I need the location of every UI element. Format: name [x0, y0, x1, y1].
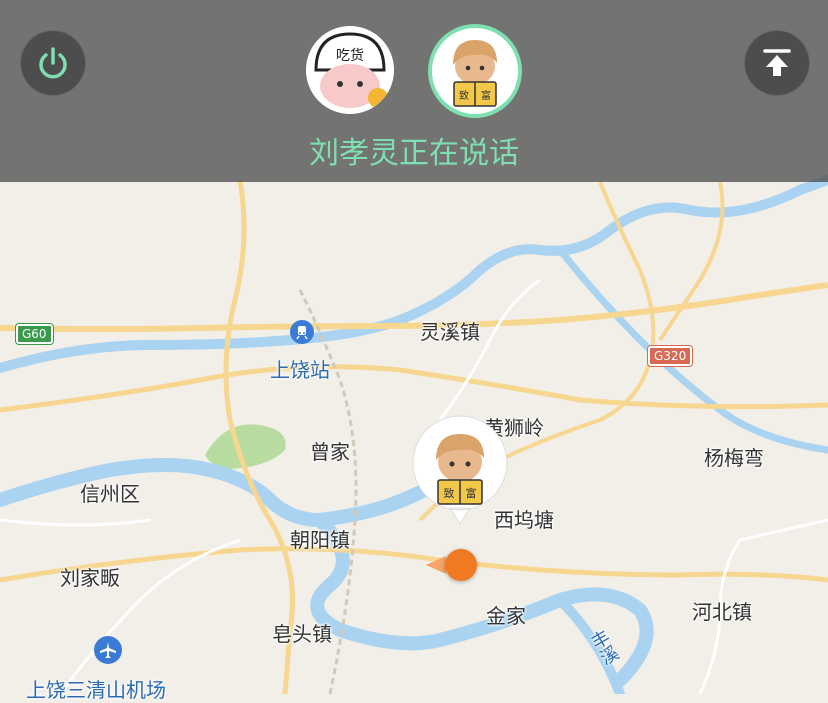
heading-arrow-icon: [426, 556, 446, 574]
highway-shield-g320: G320: [648, 346, 693, 366]
place-label-liujiafan: 刘家畈: [60, 566, 120, 590]
place-label-shangrao-station[interactable]: 上饶站: [270, 354, 330, 383]
place-label-zaotou: 皂头镇: [272, 622, 332, 646]
place-label-zengjia: 曾家: [310, 440, 350, 464]
power-button[interactable]: [20, 30, 86, 96]
place-label-lingxi: 灵溪镇: [420, 320, 480, 344]
svg-text:致: 致: [444, 486, 455, 500]
speaking-status-text: 刘孝灵正在说话: [309, 136, 519, 171]
svg-text:致: 致: [459, 89, 469, 102]
voice-chat-header: 吃货 致 富 刘孝灵正在说话: [0, 0, 828, 182]
place-label-yangmeiwan: 杨梅弯: [704, 446, 764, 470]
place-label-xinzhou: 信州区: [80, 482, 140, 506]
svg-text:富: 富: [481, 89, 491, 102]
airport-icon[interactable]: [94, 636, 122, 664]
train-station-icon[interactable]: [290, 320, 314, 344]
place-label-chaoyang: 朝阳镇: [290, 528, 350, 552]
highway-shield-g60: G60: [16, 324, 53, 344]
place-label-hebei: 河北镇: [692, 600, 752, 624]
pin-top-icon: [763, 49, 791, 76]
avatar-badge-text: 吃货: [336, 47, 364, 64]
place-label-airport[interactable]: 上饶三清山机场: [26, 674, 166, 703]
power-icon: [39, 47, 67, 79]
friend-location-marker[interactable]: 致 富: [410, 414, 510, 525]
member-avatar-speaking[interactable]: 致 富: [428, 24, 522, 118]
member-avatar-foodie[interactable]: 吃货: [306, 26, 394, 114]
my-location-marker: [445, 549, 477, 581]
place-label-jinjia: 金家: [486, 604, 526, 628]
svg-text:富: 富: [466, 486, 477, 500]
pin-to-top-button[interactable]: [744, 30, 810, 96]
